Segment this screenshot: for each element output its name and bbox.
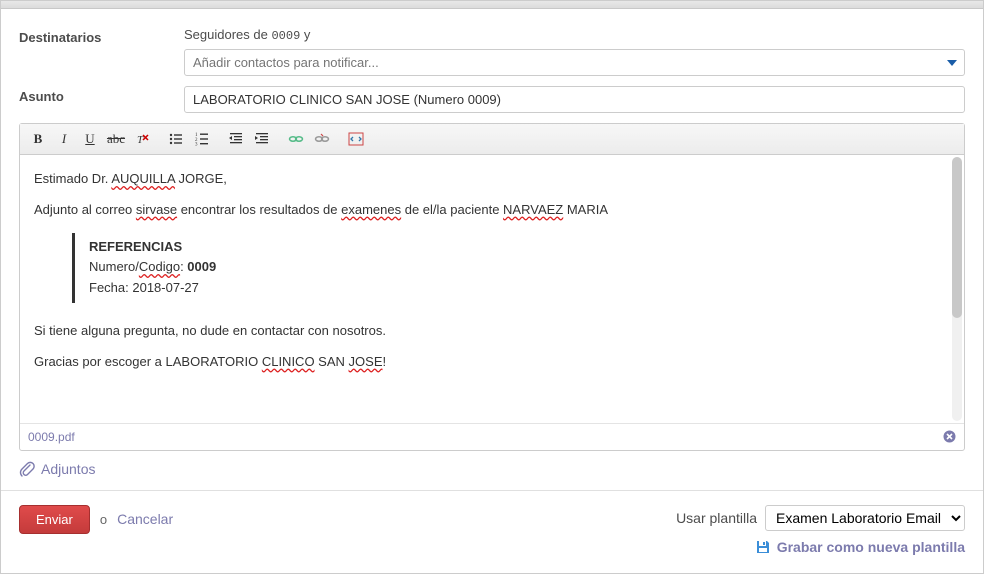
indent-button[interactable] [250, 128, 274, 150]
subject-row: Asunto [19, 86, 965, 113]
recipients-label: Destinatarios [19, 27, 184, 76]
contacts-input[interactable] [184, 49, 965, 76]
scrollbar-thumb[interactable] [952, 157, 962, 318]
thanks-line: Gracias por escoger a LABORATORIO CLINIC… [34, 352, 950, 373]
followers-id: 0009 [271, 29, 300, 43]
modal-body: Destinatarios Seguidores de 0009 y Asunt… [1, 9, 983, 490]
contact-line: Si tiene alguna pregunta, no dude en con… [34, 321, 950, 342]
footer-left: Enviar o Cancelar [19, 505, 173, 534]
or-text: o [100, 512, 107, 527]
save-template-label: Grabar como nueva plantilla [777, 539, 965, 555]
modal-footer: Enviar o Cancelar Usar plantilla Examen … [1, 490, 983, 573]
bullet-list-button[interactable] [164, 128, 188, 150]
modal-title-bar [1, 1, 983, 9]
footer-right: Usar plantilla Examen Laboratorio Email … [676, 505, 965, 555]
subject-input[interactable] [184, 86, 965, 113]
followers-suffix: y [304, 27, 311, 42]
intro-line: Adjunto al correo sirvase encontrar los … [34, 200, 950, 221]
underline-button[interactable]: U [78, 128, 102, 150]
greeting-line: Estimado Dr. AUQUILLA JORGE, [34, 169, 950, 190]
subject-label: Asunto [19, 86, 184, 113]
editor-body[interactable]: Estimado Dr. AUQUILLA JORGE, Adjunto al … [20, 155, 964, 423]
bold-button[interactable]: B [26, 128, 50, 150]
compose-modal: Destinatarios Seguidores de 0009 y Asunt… [0, 0, 984, 574]
ref-date: Fecha: 2018-07-27 [89, 278, 950, 299]
remove-format-button[interactable]: T [130, 128, 154, 150]
italic-button[interactable]: I [52, 128, 76, 150]
recipients-content: Seguidores de 0009 y [184, 27, 965, 76]
numbered-list-button[interactable]: 123 [190, 128, 214, 150]
editor-container: B I U abc T 123 [19, 123, 965, 451]
save-icon [755, 539, 771, 555]
subject-content [184, 86, 965, 113]
link-button[interactable] [284, 128, 308, 150]
template-label: Usar plantilla [676, 510, 757, 526]
contacts-dropdown[interactable] [184, 49, 965, 76]
add-attachment-label: Adjuntos [41, 461, 95, 477]
recipients-row: Destinatarios Seguidores de 0009 y [19, 27, 965, 76]
references-block: REFERENCIAS Numero/Codigo: 0009 Fecha: 2… [72, 233, 950, 303]
source-button[interactable] [344, 128, 368, 150]
followers-prefix: Seguidores de [184, 27, 268, 42]
attachment-row: 0009.pdf [20, 423, 964, 450]
send-button[interactable]: Enviar [19, 505, 90, 534]
cancel-link[interactable]: Cancelar [117, 511, 173, 527]
outdent-button[interactable] [224, 128, 248, 150]
template-row: Usar plantilla Examen Laboratorio Email [676, 505, 965, 531]
svg-text:3: 3 [195, 143, 198, 147]
ref-title: REFERENCIAS [89, 237, 950, 258]
attachment-filename[interactable]: 0009.pdf [28, 430, 75, 444]
template-select[interactable]: Examen Laboratorio Email [765, 505, 965, 531]
editor-toolbar: B I U abc T 123 [20, 124, 964, 155]
ref-number: Numero/Codigo: 0009 [89, 257, 950, 278]
strikethrough-button[interactable]: abc [104, 128, 128, 150]
unlink-button[interactable] [310, 128, 334, 150]
remove-attachment-button[interactable] [943, 430, 956, 443]
followers-text: Seguidores de 0009 y [184, 27, 965, 43]
save-template-link[interactable]: Grabar como nueva plantilla [755, 539, 965, 555]
paperclip-icon [19, 461, 35, 477]
add-attachment-link[interactable]: Adjuntos [19, 461, 95, 477]
